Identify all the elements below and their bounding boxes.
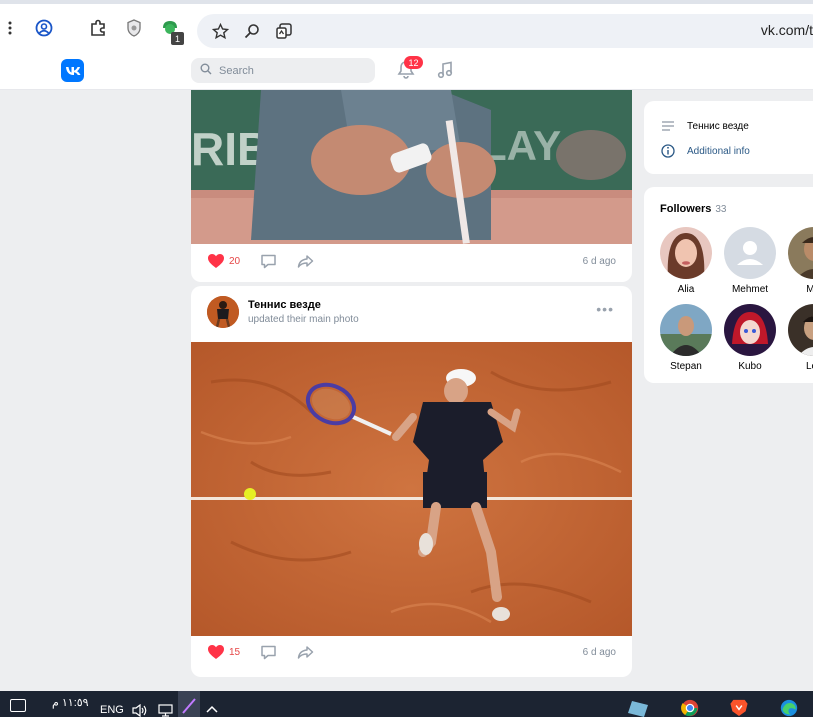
followers-count: 33 [715,204,727,215]
post-actions: 15 [207,642,314,662]
follower-name: Stepan [670,361,702,372]
bookmark-star-icon[interactable] [210,21,230,41]
post-subtitle: updated their main photo [248,314,359,325]
search-icon [200,63,212,75]
follower-avatar [660,304,712,356]
menu-dots-icon[interactable] [0,18,20,38]
post-time[interactable]: 6 d ago [583,256,616,267]
more-options-icon[interactable]: ••• [596,301,614,317]
follower-name: Kubo [738,361,762,372]
os-taskbar: ١١:٥٩ م ENG [0,691,813,717]
follower-avatar [724,227,776,279]
edge-app-icon[interactable] [778,699,800,717]
follower-item[interactable]: Alia [656,227,716,295]
brave-app-icon[interactable] [729,698,749,717]
post-card: RIBA LAY 20 6 d ago [191,90,632,282]
followers-title: Followers [660,203,712,215]
follower-avatar [788,227,813,279]
share-icon[interactable] [297,253,314,270]
vk-logo-icon[interactable] [61,59,84,82]
follower-name: Mik [806,284,813,295]
info-icon [661,144,675,158]
shield-extension-icon[interactable] [124,18,144,38]
search-input[interactable] [219,62,359,79]
notification-count-badge: 12 [404,56,423,69]
url-text: vk.com/t [760,22,813,38]
follower-item[interactable]: Stepan [656,304,716,372]
pen-icon[interactable] [178,691,200,717]
share-icon[interactable] [297,644,314,661]
follower-avatar [660,227,712,279]
chrome-app-icon[interactable] [679,699,701,717]
extensions-puzzle-icon[interactable] [88,18,108,38]
search-box[interactable] [191,58,375,83]
followers-card: Followers33 Alia Mehmet Mik Stepan Kubo [644,187,813,383]
post-photo[interactable] [191,342,632,636]
comment-icon[interactable] [260,644,277,661]
post-card: Теннис везде updated their main photo ••… [191,286,632,677]
address-bar[interactable]: vk.com/t [197,14,813,48]
follower-avatar [788,304,813,356]
follower-name: Alia [677,284,695,295]
post-actions: 20 [207,251,314,271]
comment-icon[interactable] [260,253,277,270]
like-count: 20 [229,255,241,267]
group-name: Теннис везде [687,120,749,132]
profile-icon[interactable] [34,18,54,38]
heart-icon [208,254,224,268]
author-avatar[interactable] [207,296,239,328]
notepad-app-icon[interactable] [628,699,650,717]
zoom-icon[interactable] [242,21,262,41]
browser-toolbar: 1 vk.com/t [0,0,813,52]
followers-header[interactable]: Followers 33 [660,203,726,215]
volume-icon[interactable] [131,704,149,717]
like-button[interactable]: 15 [207,644,240,660]
follower-item[interactable]: Mik [784,227,813,295]
like-count: 15 [229,646,241,658]
clock-time[interactable]: ١١:٥٩ م [52,696,89,709]
site-settings-icon[interactable] [274,21,294,41]
network-icon[interactable] [157,704,175,717]
follower-item[interactable]: Lev [784,304,813,372]
chevron-up-icon[interactable] [206,705,218,713]
follower-name: Mehmet [731,284,769,295]
additional-info-label[interactable]: Additional info [687,146,750,157]
follower-item[interactable]: Kubo [720,304,780,372]
follower-item[interactable]: Mehmet [720,227,780,295]
additional-info-link[interactable]: Additional info [661,144,750,158]
heart-icon [208,645,224,659]
extension-badge: 1 [171,32,184,45]
follower-avatar [724,304,776,356]
group-info-card: Теннис везде Additional info [644,101,813,174]
vk-header: 12 [0,52,813,90]
post-photo[interactable]: RIBA LAY [191,90,632,244]
like-button[interactable]: 20 [207,253,240,269]
author-name[interactable]: Теннис везде [248,299,321,311]
post-time[interactable]: 6 d ago [583,647,616,658]
music-icon[interactable] [437,61,453,79]
show-desktop-icon[interactable] [10,699,26,712]
follower-name: Lev [805,361,813,372]
group-name-row: Теннис везде [661,120,749,132]
description-lines-icon [662,121,674,131]
language-indicator[interactable]: ENG [100,704,124,716]
